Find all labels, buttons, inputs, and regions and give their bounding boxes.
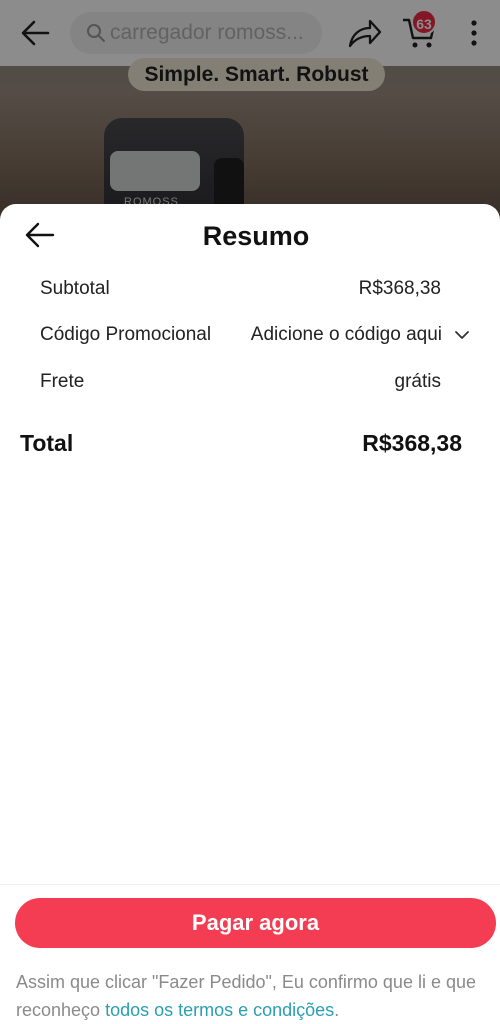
total-label: Total — [20, 429, 74, 456]
total-value: R$368,38 — [362, 429, 462, 456]
terms-link[interactable]: todos os termos e condições — [105, 1000, 334, 1020]
shipping-value: grátis — [394, 371, 441, 392]
subtotal-label: Subtotal — [40, 278, 110, 299]
footer-divider — [0, 884, 500, 885]
promo-code-row: Código Promocional Adicione o código aqu… — [40, 320, 470, 350]
pay-now-button[interactable]: Pagar agora — [15, 898, 496, 948]
add-promo-code-text: Adicione o código aqui — [250, 324, 442, 345]
terms-end: . — [334, 1000, 340, 1020]
summary-sheet: Resumo Subtotal R$368,38 Código Promocio… — [0, 204, 500, 1024]
total-row: Total R$368,38 — [20, 426, 462, 460]
shipping-label: Frete — [40, 371, 85, 392]
add-promo-code-button[interactable]: Adicione o código aqui — [251, 324, 470, 346]
subtotal-value: R$368,38 — [358, 278, 441, 299]
shipping-row: Frete grátis — [40, 367, 470, 397]
promo-code-label: Código Promocional — [40, 324, 212, 345]
chevron-down-icon — [455, 331, 469, 339]
subtotal-row: Subtotal R$368,38 — [40, 274, 470, 304]
sheet-title: Resumo — [202, 221, 310, 251]
terms-notice: Assim que clicar "Fazer Pedido", Eu conf… — [16, 968, 486, 1024]
